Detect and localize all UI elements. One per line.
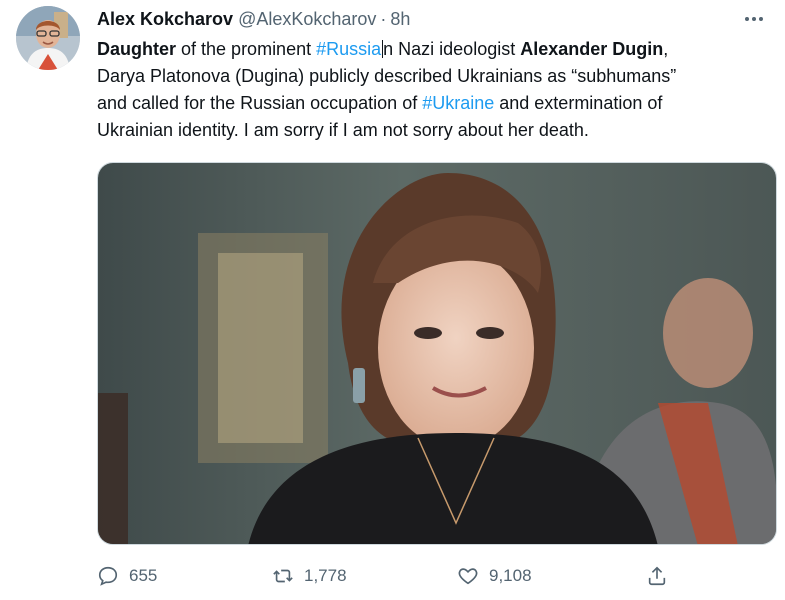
retweet-button[interactable]: 1,778 xyxy=(272,562,347,590)
like-button[interactable]: 9,108 xyxy=(457,562,532,590)
retweet-arrows-icon xyxy=(273,569,293,583)
tweet-text-line-4: Ukrainian identity. I am sorry if I am n… xyxy=(97,120,589,140)
text-segment: , xyxy=(663,39,669,59)
separator: · xyxy=(380,9,387,29)
tweet-header: Alex Kokcharov @AlexKokcharov · 8h xyxy=(97,9,410,31)
bold-name: Alexander Dugin xyxy=(520,39,664,59)
reply-button[interactable]: 655 xyxy=(97,562,157,590)
share-upload-icon xyxy=(648,566,666,586)
retweet-count: 1,778 xyxy=(304,566,347,585)
hashtag-ukraine[interactable]: #Ukraine xyxy=(422,93,494,113)
text-segment: and called for the Russian occupation of xyxy=(97,93,423,113)
more-dots-icon[interactable] xyxy=(741,9,767,29)
photo-image xyxy=(98,163,776,544)
avatar[interactable] xyxy=(16,6,80,70)
text-segment: n Nazi ideologist xyxy=(383,39,521,59)
tweet-text: Daughter of the prominent #Russia n Nazi … xyxy=(97,36,767,144)
like-count: 9,108 xyxy=(489,566,532,585)
hashtag-russia[interactable]: #Russia xyxy=(316,39,381,59)
heart-icon xyxy=(458,568,478,585)
tweet-text-line-1: Daughter of the prominent #Russia n Nazi … xyxy=(97,36,767,63)
author-name[interactable]: Alex Kokcharov xyxy=(97,9,233,30)
text-segment: and extermination of xyxy=(494,93,663,113)
avatar-image xyxy=(16,6,80,70)
timestamp[interactable]: 8h xyxy=(390,9,410,30)
text-segment: of the prominent xyxy=(176,39,317,59)
author-handle[interactable]: @AlexKokcharov xyxy=(238,9,376,30)
bold-daughter: Daughter xyxy=(97,39,177,59)
reply-bubble-icon xyxy=(98,566,118,586)
reply-count: 655 xyxy=(129,566,158,585)
tweet-actions: 655 1,778 9,108 xyxy=(97,562,697,590)
share-button[interactable] xyxy=(646,562,668,590)
tweet-text-line-2: Darya Platonova (Dugina) publicly descri… xyxy=(97,66,677,86)
tweet-text-line-3: and called for the Russian occupation of… xyxy=(97,90,767,117)
tweet-photo[interactable] xyxy=(97,162,777,545)
